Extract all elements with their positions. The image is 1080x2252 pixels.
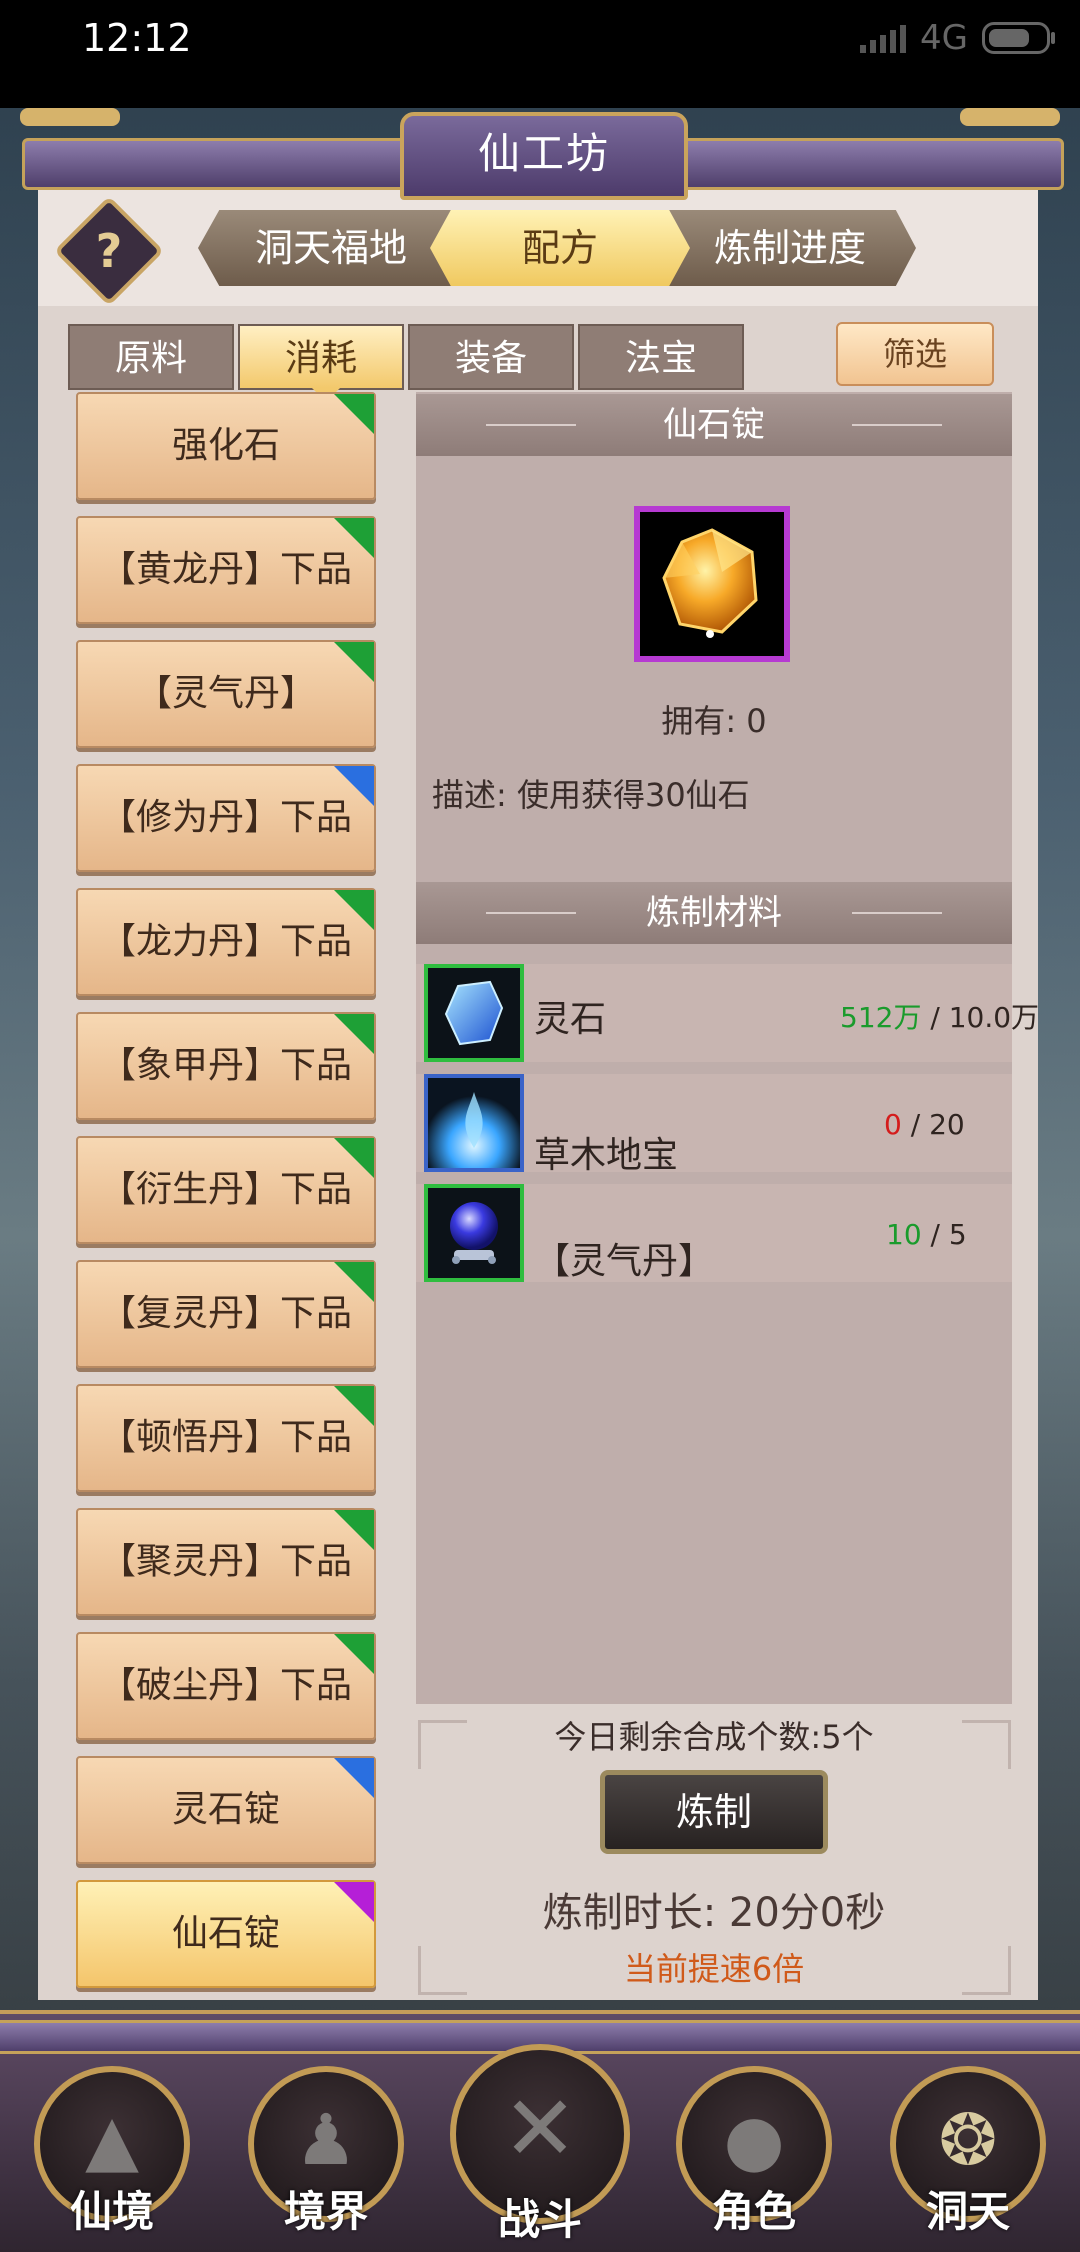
recipe-list[interactable]: 强化石 【黄龙丹】下品 【灵气丹】 【修为丹】下品 【龙力丹】下品 【象甲丹】下… <box>68 392 384 1992</box>
rarity-corner-icon <box>334 1138 374 1178</box>
rarity-corner-icon <box>334 518 374 558</box>
rarity-corner-icon <box>334 642 374 682</box>
recipe-item-label: 【顿悟丹】下品 <box>99 1417 352 1458</box>
material-count: 512万 / 10.0万 <box>840 1001 1040 1034</box>
recipe-item[interactable]: 灵石锭 <box>76 1756 376 1864</box>
materials-header-label: 炼制材料 <box>646 893 782 933</box>
material-count: 0 / 20 <box>884 1108 965 1141</box>
tab-crafting-progress[interactable]: 炼制进度 <box>664 210 916 286</box>
recipe-item[interactable]: 【聚灵丹】下品 <box>76 1508 376 1616</box>
gem-icon <box>662 528 758 638</box>
rarity-corner-icon <box>334 1014 374 1054</box>
tab-recipes[interactable]: 配方 <box>430 210 690 286</box>
recipe-item[interactable]: 【复灵丹】下品 <box>76 1260 376 1368</box>
recipe-item-label: 【象甲丹】下品 <box>99 1045 352 1086</box>
filter-button[interactable]: 筛选 <box>836 322 994 386</box>
recipe-item-label: 【复灵丹】下品 <box>99 1293 352 1334</box>
speedup-text: 当前提速6倍 <box>623 1950 805 1988</box>
category-tab-equipment[interactable]: 装备 <box>408 324 574 390</box>
spirit-pill-icon[interactable] <box>424 1184 524 1282</box>
detail-title: 仙石锭 <box>663 405 765 445</box>
material-have: 0 <box>884 1108 902 1141</box>
remaining-crafts: 今日剩余合成个数:5个 <box>554 1718 874 1756</box>
mountain-icon: ▲ <box>85 2098 139 2181</box>
recipe-item-label: 【灵气丹】 <box>135 673 316 714</box>
rarity-corner-icon <box>334 394 374 434</box>
rarity-corner-icon <box>334 1510 374 1550</box>
triskelion-icon: ❂ <box>938 2098 998 2181</box>
recipe-item-label: 灵石锭 <box>171 1789 280 1830</box>
nav-label: 境界 <box>283 2187 368 2236</box>
recipe-item[interactable]: 【龙力丹】下品 <box>76 888 376 996</box>
recipe-item[interactable]: 【顿悟丹】下品 <box>76 1384 376 1492</box>
material-need: 20 <box>929 1108 965 1141</box>
recipe-item[interactable]: 【修为丹】下品 <box>76 764 376 872</box>
rarity-corner-icon <box>334 1262 374 1302</box>
category-tab-materials[interactable]: 原料 <box>68 324 234 390</box>
product-icon[interactable] <box>634 506 790 662</box>
herb-treasure-icon[interactable] <box>424 1074 524 1172</box>
rarity-corner-icon <box>334 890 374 930</box>
battery-icon <box>982 22 1055 54</box>
network-type: 4G <box>920 18 968 58</box>
craft-duration: 炼制时长: 20分0秒 <box>542 1890 886 1936</box>
page-title: 仙工坊 <box>400 112 688 200</box>
question-icon: ? <box>95 224 123 278</box>
material-need: 10.0万 <box>948 1001 1040 1034</box>
rarity-corner-icon <box>334 1386 374 1426</box>
spirit-stone-icon[interactable] <box>424 964 524 1062</box>
rarity-corner-icon <box>334 1634 374 1674</box>
meditation-icon: ♟ <box>294 2098 358 2181</box>
recipe-item[interactable]: 【黄龙丹】下品 <box>76 516 376 624</box>
recipe-item[interactable]: 强化石 <box>76 392 376 500</box>
material-count: 10 / 5 <box>886 1218 967 1251</box>
recipe-item[interactable]: 【破尘丹】下品 <box>76 1632 376 1740</box>
craft-button[interactable]: 炼制 <box>600 1770 828 1854</box>
category-tab-treasures[interactable]: 法宝 <box>578 324 744 390</box>
material-name: 灵石 <box>534 999 607 1040</box>
recipe-item-label: 【衍生丹】下品 <box>99 1169 352 1210</box>
nav-label: 战斗 <box>497 2195 582 2244</box>
title-ornament-left-icon <box>20 108 120 126</box>
materials-header: 炼制材料 <box>416 882 1012 944</box>
rarity-corner-icon <box>334 766 374 806</box>
status-bar: 12:12 4G <box>0 0 1080 108</box>
title-ornament-right-icon <box>960 108 1060 126</box>
recipe-item[interactable]: 【灵气丹】 <box>76 640 376 748</box>
material-name: 【灵气丹】 <box>534 1241 715 1282</box>
tab-cave-paradise[interactable]: 洞天福地 <box>198 210 464 286</box>
recipe-item-label: 【破尘丹】下品 <box>99 1665 352 1706</box>
recipe-item-label: 【黄龙丹】下品 <box>99 549 352 590</box>
material-name: 草木地宝 <box>534 1135 679 1176</box>
crossed-swords-icon: ✕ <box>502 2076 578 2182</box>
nav-label: 仙境 <box>69 2187 154 2236</box>
recipe-item-label: 【龙力丹】下品 <box>99 921 352 962</box>
item-description: 描述: 使用获得30仙石 <box>432 776 750 814</box>
recipe-item-label: 【修为丹】下品 <box>99 797 352 838</box>
status-indicators: 4G <box>860 18 1055 58</box>
status-time: 12:12 <box>82 16 192 60</box>
signal-icon <box>860 23 907 53</box>
nav-label: 洞天 <box>925 2187 1010 2236</box>
rarity-corner-icon <box>334 1758 374 1798</box>
character-icon: ● <box>723 2098 785 2181</box>
owned-count: 拥有: 0 <box>661 702 767 740</box>
recipe-item[interactable]: 【象甲丹】下品 <box>76 1012 376 1120</box>
recipe-item-label: 【聚灵丹】下品 <box>99 1541 352 1582</box>
detail-header: 仙石锭 <box>416 394 1012 456</box>
rarity-corner-icon <box>334 1882 374 1922</box>
material-have: 10 <box>886 1218 922 1251</box>
category-tab-consumables[interactable]: 消耗 <box>238 324 404 390</box>
recipe-item-label: 强化石 <box>171 425 280 466</box>
recipe-item-selected[interactable]: 仙石锭 <box>76 1880 376 1988</box>
recipe-item-label: 仙石锭 <box>171 1913 280 1954</box>
nav-label: 角色 <box>711 2187 796 2236</box>
recipe-item[interactable]: 【衍生丹】下品 <box>76 1136 376 1244</box>
material-need: 5 <box>948 1218 967 1251</box>
material-have: 512万 <box>840 1001 922 1034</box>
